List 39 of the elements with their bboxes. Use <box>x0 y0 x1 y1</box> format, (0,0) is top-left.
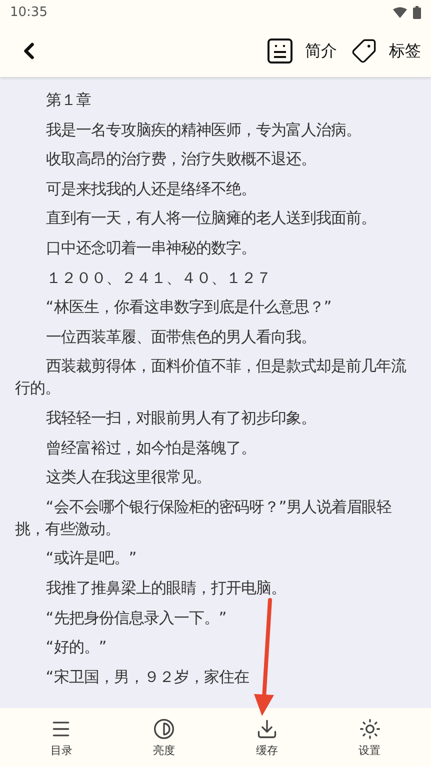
paragraph: 曾经富裕过，如今怕是落魄了。 <box>44 438 257 459</box>
nav-label: 设置 <box>358 742 381 758</box>
tag-icon <box>351 38 377 64</box>
paragraph: 一位西装革履、面带焦色的男人看向我。 <box>44 326 317 348</box>
document-icon <box>267 38 293 64</box>
paragraph: 我是一名专攻脑疾的精神医师，专为富人治病。 <box>44 120 362 141</box>
paragraph: 这类人在我这里很常见。 <box>44 467 212 488</box>
nav-label: 目录 <box>50 742 72 758</box>
paragraph: “林医生，你看这串数字到底是什么意思？” <box>44 297 333 318</box>
nav-item[interactable]: 缓存 <box>232 716 302 758</box>
battery-icon <box>413 6 421 19</box>
paragraph: 我推了推鼻梁上的眼睛，打开电脑。 <box>44 578 287 599</box>
paragraph: “宋卫国，男，９２岁，家住在 <box>44 666 250 688</box>
paragraph: 可是来找我的人还是络绎不绝。 <box>44 178 257 200</box>
nav-label: 亮度 <box>153 742 176 758</box>
nav-item[interactable]: 目录 <box>26 716 96 758</box>
paragraph: 第１章 <box>44 90 92 111</box>
paragraph: 直到有一天，有人将一位脑瘫的老人送到我面前。 <box>44 208 377 230</box>
contrast-icon <box>153 718 176 740</box>
download-icon <box>256 718 278 740</box>
settings-icon <box>358 718 381 740</box>
header-action[interactable]: 标签 <box>337 38 421 64</box>
paragraph: 口中还念叨着一串神秘的数字。 <box>44 238 257 259</box>
paragraph: 我轻轻一扫，对眼前男人有了初步印象。 <box>44 408 317 429</box>
status-time: 10:35 <box>10 5 48 20</box>
action-label: 简介 <box>305 40 337 62</box>
paragraph: １２００、２４１、４０、１２７ <box>44 268 272 289</box>
paragraph: 收取高昂的治疗费，治疗失败概不退还。 <box>44 149 317 170</box>
nav-label: 缓存 <box>256 742 278 758</box>
header-action[interactable]: 简介 <box>253 38 337 64</box>
paragraph: 西装裁剪得体，面料价值不菲，但是款式却是前几年流行的。 <box>15 356 408 400</box>
paragraph: “或许是吧。” <box>44 548 138 570</box>
nav-item[interactable]: 亮度 <box>129 716 200 758</box>
action-label: 标签 <box>389 40 421 62</box>
wifi-icon <box>393 7 407 18</box>
nav-item[interactable]: 设置 <box>334 716 405 758</box>
paragraph: “好的。” <box>44 637 108 658</box>
paragraph: “先把身份信息录入一下。” <box>44 608 228 628</box>
paragraph: “会不会哪个银行保险柜的密码呀？”男人说着眉眼轻挑，有些激动。 <box>15 496 393 540</box>
